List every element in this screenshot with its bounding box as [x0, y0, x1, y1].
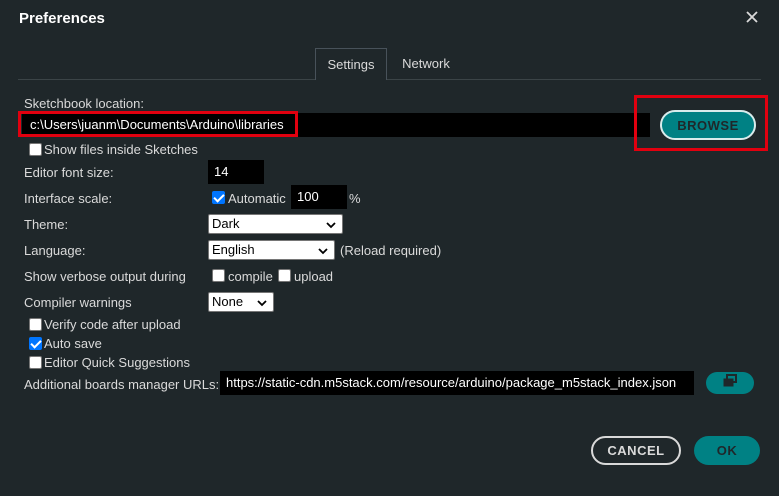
browse-button[interactable]: BROWSE [660, 110, 756, 140]
interface-scale-input[interactable]: 100 [291, 185, 347, 209]
interface-scale-label: Interface scale: [24, 191, 113, 206]
quick-suggestions-checkbox[interactable] [29, 356, 42, 369]
theme-label: Theme: [24, 217, 69, 232]
open-url-editor-button[interactable] [706, 372, 754, 394]
language-select[interactable]: English [208, 240, 335, 260]
editor-font-size-label: Editor font size: [24, 165, 114, 180]
verify-after-upload-checkbox[interactable] [29, 318, 42, 331]
boards-urls-input[interactable]: https://static-cdn.m5stack.com/resource/… [220, 371, 694, 395]
compiler-warnings-value: None [212, 294, 244, 309]
ok-button[interactable]: OK [694, 436, 760, 465]
compiler-warnings-label: Compiler warnings [24, 295, 132, 310]
show-files-label: Show files inside Sketches [44, 142, 198, 157]
reload-required-note: (Reload required) [340, 243, 442, 258]
tab-network[interactable]: Network [390, 48, 462, 80]
automatic-scale-label: Automatic [228, 191, 286, 206]
verify-after-upload-label: Verify code after upload [44, 317, 181, 332]
cancel-button[interactable]: CANCEL [591, 436, 681, 465]
dialog-title: Preferences [19, 10, 105, 27]
close-icon[interactable] [744, 8, 760, 26]
theme-select[interactable]: Dark [208, 214, 343, 234]
theme-select-value: Dark [212, 216, 240, 231]
interface-scale-unit: % [349, 191, 361, 206]
verbose-upload-checkbox[interactable] [278, 269, 291, 282]
chevron-down-icon [256, 296, 268, 308]
boards-urls-label: Additional boards manager URLs: [24, 377, 220, 392]
compiler-warnings-select[interactable]: None [208, 292, 274, 312]
auto-save-checkbox[interactable] [29, 337, 42, 350]
auto-save-label: Auto save [44, 336, 102, 351]
verbose-compile-label: compile [228, 269, 273, 284]
show-files-checkbox[interactable] [29, 143, 42, 156]
editor-font-size-input[interactable]: 14 [208, 160, 264, 184]
sketchbook-location-label: Sketchbook location: [24, 96, 144, 111]
preferences-dialog: Preferences Settings Network Sketchbook … [0, 0, 779, 496]
quick-suggestions-label: Editor Quick Suggestions [44, 355, 190, 370]
language-label: Language: [24, 243, 86, 258]
verbose-compile-checkbox[interactable] [212, 269, 225, 282]
open-window-icon [722, 373, 738, 393]
automatic-scale-checkbox[interactable] [212, 191, 225, 204]
verbose-upload-label: upload [294, 269, 334, 284]
chevron-down-icon [325, 218, 337, 230]
verbose-output-label: Show verbose output during [24, 269, 186, 284]
language-select-value: English [212, 242, 255, 257]
sketchbook-location-input[interactable]: c:\Users\juanm\Documents\Arduino\librari… [22, 113, 650, 137]
chevron-down-icon [317, 244, 329, 256]
tab-settings[interactable]: Settings [315, 48, 387, 80]
